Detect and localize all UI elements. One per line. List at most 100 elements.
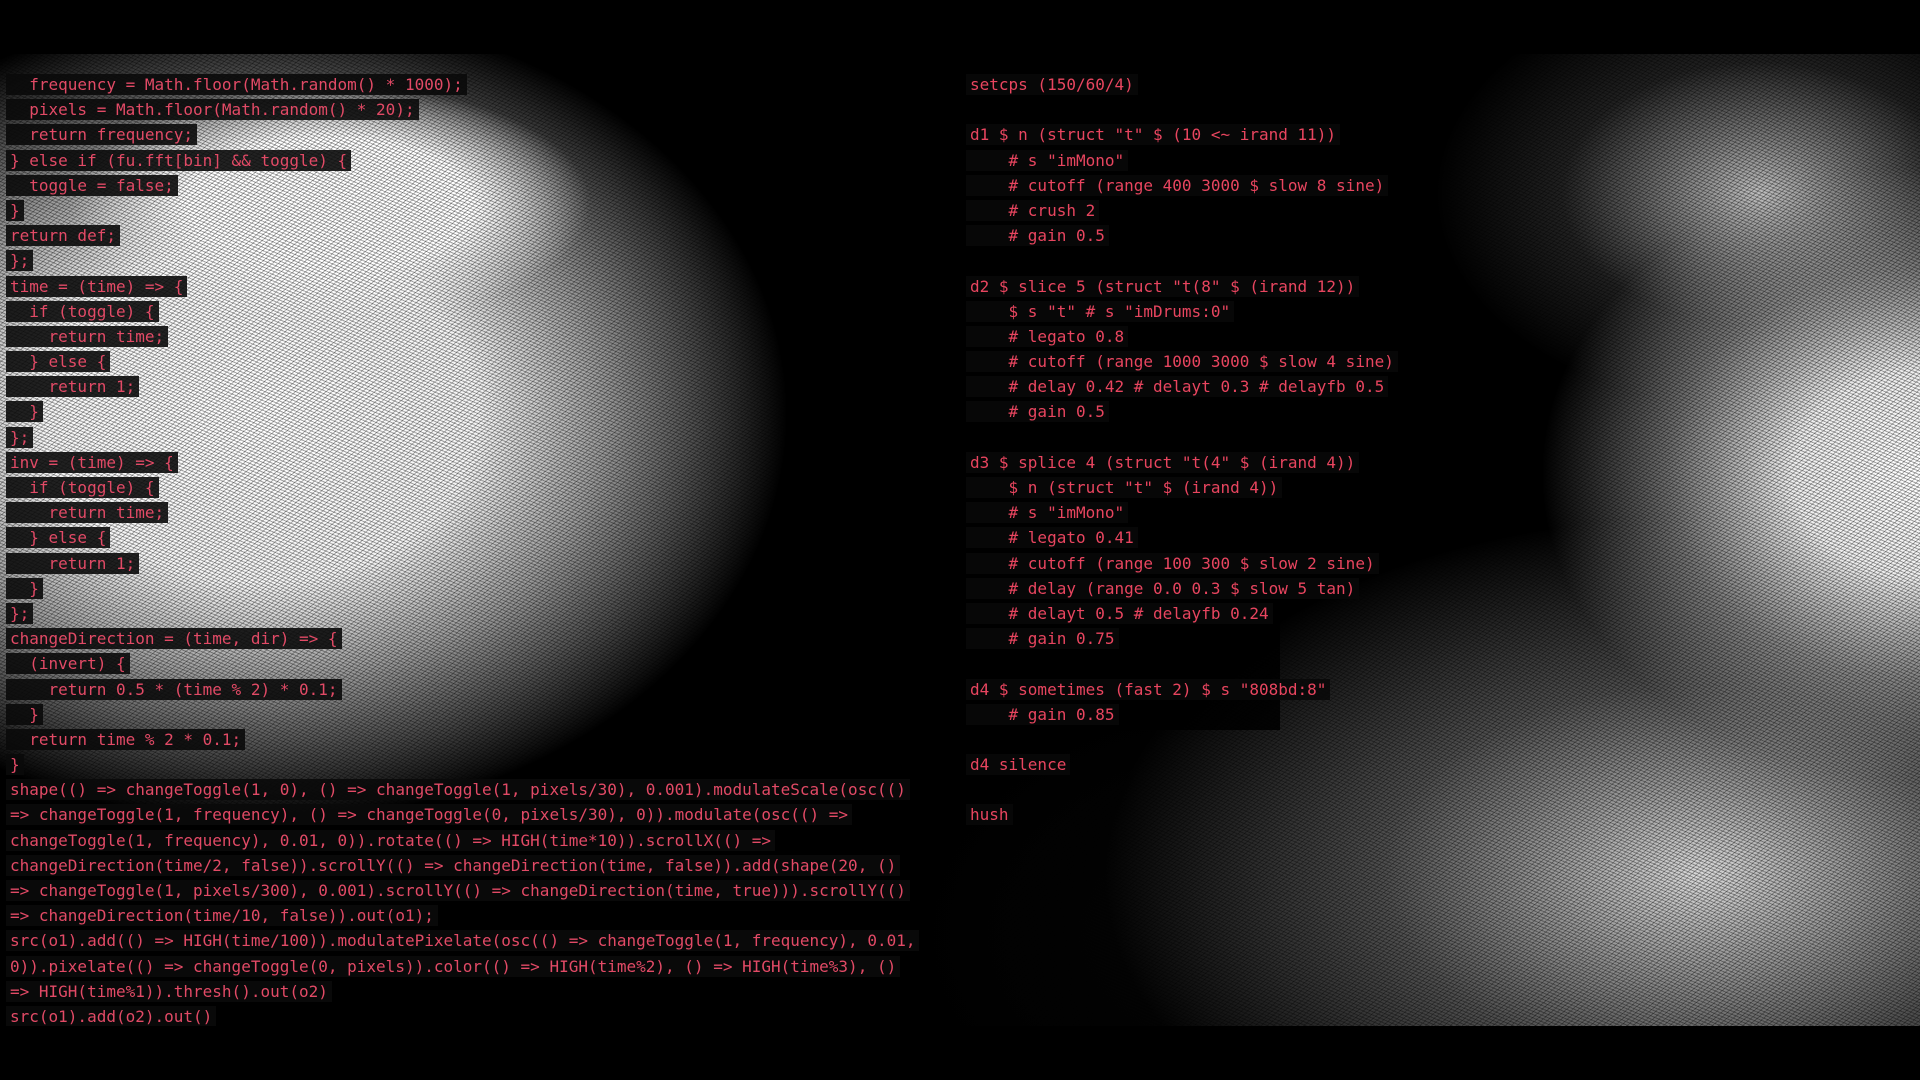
letterbox-bottom — [0, 1026, 1920, 1080]
code-line-text: pixels = Math.floor(Math.random() * 20); — [6, 99, 419, 121]
code-line[interactable]: $ s "t" # s "imDrums:0" — [966, 299, 1526, 324]
code-line[interactable]: changeDirection = (time, dir) => { — [6, 626, 946, 651]
code-line[interactable]: time = (time) => { — [6, 274, 946, 299]
code-line-text: } — [6, 577, 43, 599]
code-line[interactable]: src(o1).add(() => HIGH(time/100)).modula… — [6, 928, 946, 953]
code-line[interactable]: => changeToggle(1, pixels/300), 0.001).s… — [6, 878, 946, 903]
code-line[interactable]: } else if (fu.fft[bin] && toggle) { — [6, 148, 946, 173]
code-line[interactable]: # legato 0.41 — [966, 525, 1526, 550]
code-line[interactable]: # s "imMono" — [966, 500, 1526, 525]
code-line-text: d4 $ sometimes (fast 2) $ s "808bd:8" — [966, 678, 1331, 700]
code-line[interactable]: # cutoff (range 100 300 $ slow 2 sine) — [966, 551, 1526, 576]
code-line-text: src(o1).add(o2).out() — [6, 1005, 217, 1026]
code-line[interactable]: # delay 0.42 # delayt 0.3 # delayfb 0.5 — [966, 374, 1526, 399]
code-line-text: $ n (struct "t" $ (irand 4)) — [966, 477, 1283, 498]
code-line[interactable]: d1 $ n (struct "t" $ (10 <~ irand 11)) — [966, 122, 1526, 147]
code-line[interactable]: } — [6, 752, 946, 777]
code-line-text: # gain 0.85 — [966, 703, 1119, 725]
code-line[interactable]: } — [6, 399, 946, 424]
code-line-text: setcps (150/60/4) — [966, 74, 1138, 95]
code-line[interactable] — [966, 777, 1526, 802]
code-line[interactable]: # legato 0.8 — [966, 324, 1526, 349]
code-line[interactable]: shape(() => changeToggle(1, 0), () => ch… — [6, 777, 946, 802]
code-line-text: }; — [6, 426, 34, 448]
code-line[interactable]: inv = (time) => { — [6, 450, 946, 475]
code-line[interactable] — [966, 248, 1526, 273]
code-line[interactable]: return 1; — [6, 374, 946, 399]
code-line-text: changeDirection = (time, dir) => { — [6, 628, 342, 650]
tidal-code-editor[interactable]: setcps (150/60/4) d1 $ n (struct "t" $ (1… — [966, 72, 1526, 828]
code-line[interactable]: pixels = Math.floor(Math.random() * 20); — [6, 97, 946, 122]
code-line-text: return frequency; — [6, 124, 198, 146]
code-line-text: # cutoff (range 400 3000 $ slow 8 sine) — [966, 174, 1389, 196]
code-line-text: return time; — [6, 325, 169, 347]
code-line[interactable]: if (toggle) { — [6, 475, 946, 500]
code-line[interactable]: toggle = false; — [6, 173, 946, 198]
code-line[interactable]: }; — [6, 248, 946, 273]
code-line[interactable]: frequency = Math.floor(Math.random() * 1… — [6, 72, 946, 97]
code-line-text: changeDirection(time/2, false)).scrollY(… — [6, 854, 901, 876]
code-line-text: d3 $ splice 4 (struct "t(4" $ (irand 4)) — [966, 451, 1360, 473]
code-line-text: d1 $ n (struct "t" $ (10 <~ irand 11)) — [966, 124, 1341, 146]
code-line-text: # s "imMono" — [966, 502, 1129, 524]
code-line[interactable]: => changeToggle(1, frequency), () => cha… — [6, 802, 946, 827]
code-line[interactable]: return frequency; — [6, 122, 946, 147]
hydra-code-editor[interactable]: frequency = Math.floor(Math.random() * 1… — [6, 72, 946, 1026]
code-line-text: toggle = false; — [6, 174, 178, 196]
code-line[interactable]: d4 silence — [966, 752, 1526, 777]
code-line[interactable]: => changeDirection(time/10, false)).out(… — [6, 903, 946, 928]
code-line-text: if (toggle) { — [6, 477, 159, 498]
code-line-text: } else { — [6, 351, 111, 373]
code-line[interactable]: }; — [6, 601, 946, 626]
code-line[interactable]: # cutoff (range 1000 3000 $ slow 4 sine) — [966, 349, 1526, 374]
code-line[interactable]: d3 $ splice 4 (struct "t(4" $ (irand 4)) — [966, 450, 1526, 475]
code-line[interactable]: # gain 0.5 — [966, 399, 1526, 424]
code-line-text: # delay 0.42 # delayt 0.3 # delayfb 0.5 — [966, 376, 1389, 398]
code-line[interactable]: setcps (150/60/4) — [966, 72, 1526, 97]
code-line[interactable]: }; — [6, 425, 946, 450]
code-line[interactable]: # s "imMono" — [966, 148, 1526, 173]
code-line[interactable]: return 1; — [6, 551, 946, 576]
code-line-text: => changeToggle(1, frequency), () => cha… — [6, 804, 853, 826]
code-line-text: $ s "t" # s "imDrums:0" — [966, 300, 1235, 322]
code-line[interactable]: } — [6, 576, 946, 601]
code-line[interactable]: d2 $ slice 5 (struct "t(8" $ (irand 12)) — [966, 274, 1526, 299]
code-line[interactable]: } — [6, 198, 946, 223]
code-line[interactable]: } — [6, 702, 946, 727]
code-line[interactable]: changeToggle(1, frequency), 0.01, 0)).ro… — [6, 828, 946, 853]
code-line[interactable]: # gain 0.5 — [966, 223, 1526, 248]
code-line[interactable] — [966, 651, 1526, 676]
code-line[interactable]: } else { — [6, 525, 946, 550]
code-line[interactable] — [966, 425, 1526, 450]
code-line[interactable]: return def; — [6, 223, 946, 248]
code-line[interactable]: d4 $ sometimes (fast 2) $ s "808bd:8" — [966, 677, 1526, 702]
code-line-text: return time; — [6, 502, 169, 524]
code-line-text: } — [6, 703, 43, 725]
code-line[interactable]: # gain 0.75 — [966, 626, 1526, 651]
code-line[interactable]: => HIGH(time%1)).thresh().out(o2) — [6, 979, 946, 1004]
code-line[interactable]: return time; — [6, 324, 946, 349]
code-line[interactable] — [966, 97, 1526, 122]
code-line[interactable]: # delay (range 0.0 0.3 $ slow 5 tan) — [966, 576, 1526, 601]
code-line[interactable]: changeDirection(time/2, false)).scrollY(… — [6, 853, 946, 878]
code-line[interactable]: (invert) { — [6, 651, 946, 676]
code-line[interactable]: src(o1).add(o2).out() — [6, 1004, 946, 1026]
code-line-text: hush — [966, 804, 1013, 826]
code-line-text: } else if (fu.fft[bin] && toggle) { — [6, 149, 352, 171]
code-line-text: } — [6, 754, 24, 776]
code-line[interactable]: hush — [966, 802, 1526, 827]
code-line[interactable]: return time % 2 * 0.1; — [6, 727, 946, 752]
code-line[interactable]: } else { — [6, 349, 946, 374]
code-line[interactable]: return 0.5 * (time % 2) * 0.1; — [6, 677, 946, 702]
code-line[interactable]: 0)).pixelate(() => changeToggle(0, pixel… — [6, 954, 946, 979]
code-line[interactable]: if (toggle) { — [6, 299, 946, 324]
code-line[interactable] — [966, 727, 1526, 752]
code-line[interactable]: # cutoff (range 400 3000 $ slow 8 sine) — [966, 173, 1526, 198]
code-line[interactable]: return time; — [6, 500, 946, 525]
code-line[interactable]: $ n (struct "t" $ (irand 4)) — [966, 475, 1526, 500]
code-line[interactable]: # gain 0.85 — [966, 702, 1526, 727]
code-line[interactable]: # delayt 0.5 # delayfb 0.24 — [966, 601, 1526, 626]
code-line-text: } — [6, 401, 43, 423]
code-line[interactable]: # crush 2 — [966, 198, 1526, 223]
